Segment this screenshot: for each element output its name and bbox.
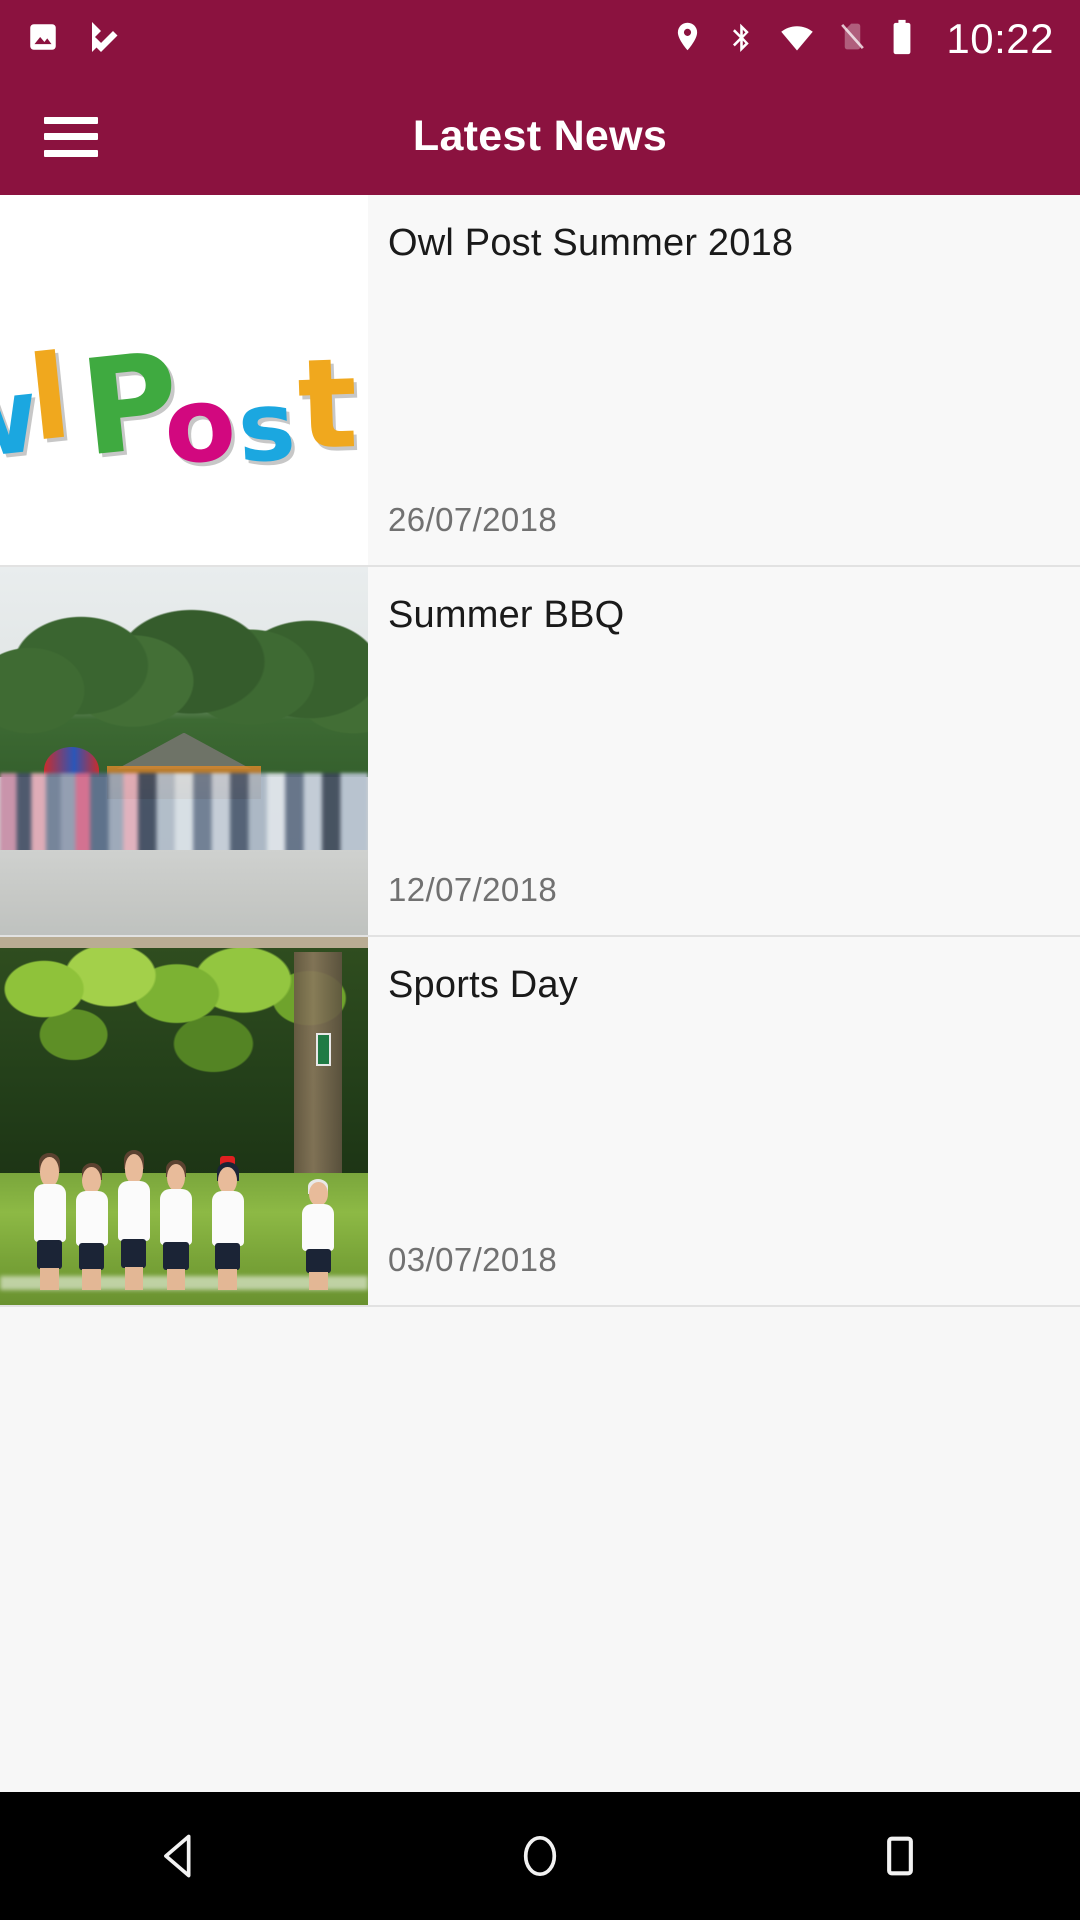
news-thumbnail-sports-day [0, 937, 368, 1305]
child-legs [82, 1269, 101, 1291]
news-item-body: Owl Post Summer 2018 26/07/2018 [368, 195, 1080, 565]
hamburger-line [44, 149, 98, 157]
photo-green-sign [316, 1032, 332, 1066]
bluetooth-icon [726, 21, 757, 57]
status-bar-right-icons: 10:22 [671, 15, 1054, 63]
child-shirt [211, 1191, 244, 1246]
news-list-item[interactable]: Sports Day 03/07/2018 [0, 937, 1080, 1307]
child-shirt [159, 1188, 192, 1245]
photo-children-group [22, 1136, 346, 1291]
news-list[interactable]: wlPost Owl Post Summer 2018 26/07/2018 S… [0, 195, 1080, 1792]
child-legs [166, 1268, 186, 1291]
child-head [309, 1182, 328, 1206]
app-bar: Latest News [0, 78, 1080, 195]
location-pin-icon [671, 20, 704, 58]
child-shorts [305, 1249, 331, 1273]
news-item-title: Sports Day [388, 964, 578, 1006]
news-item-date: 26/07/2018 [388, 501, 558, 538]
news-item-title: Owl Post Summer 2018 [388, 222, 794, 264]
child-shirt [302, 1203, 335, 1252]
news-item-date: 03/07/2018 [388, 1241, 558, 1278]
child-head [82, 1166, 101, 1194]
photo-child [207, 1155, 249, 1291]
child-head [166, 1163, 186, 1192]
news-item-date: 12/07/2018 [388, 871, 558, 908]
child-shorts [163, 1242, 189, 1270]
child-head [218, 1166, 237, 1194]
child-shorts [121, 1238, 147, 1269]
owl-post-logo-image: wlPost [0, 195, 368, 565]
wifi-icon [779, 19, 815, 60]
child-head [124, 1154, 144, 1185]
photo-playground [0, 850, 368, 935]
child-legs [124, 1267, 144, 1291]
news-item-body: Summer BBQ 12/07/2018 [368, 567, 1080, 935]
owl-post-letter: t [295, 332, 360, 478]
app-screen: 10:22 Latest News wlPost Owl Post Summer… [0, 0, 1080, 1920]
summer-bbq-photo [0, 567, 368, 935]
photo-child [297, 1178, 339, 1291]
news-item-body: Sports Day 03/07/2018 [368, 937, 1080, 1305]
photo-child [113, 1150, 155, 1291]
news-list-item[interactable]: Summer BBQ 12/07/2018 [0, 567, 1080, 937]
status-bar: 10:22 [0, 0, 1080, 78]
photo-child [155, 1159, 197, 1291]
android-navigation-bar [0, 1792, 1080, 1920]
child-legs [218, 1269, 237, 1291]
child-head [40, 1157, 59, 1187]
child-shorts [36, 1239, 63, 1269]
sports-day-photo [0, 937, 368, 1305]
home-button[interactable] [465, 1792, 615, 1920]
task-check-icon [86, 19, 122, 60]
news-list-empty-space [0, 1307, 1080, 1792]
child-shorts [215, 1243, 241, 1271]
image-icon [26, 20, 60, 59]
no-sim-icon [837, 21, 868, 57]
page-title: Latest News [412, 112, 668, 160]
child-shorts [79, 1243, 105, 1271]
news-list-item[interactable]: wlPost Owl Post Summer 2018 26/07/2018 [0, 195, 1080, 567]
news-thumbnail-owl-post: wlPost [0, 195, 368, 565]
child-shirt [33, 1183, 66, 1243]
photo-child [71, 1162, 113, 1291]
child-legs [309, 1271, 328, 1291]
battery-full-icon [890, 19, 914, 60]
child-shirt [75, 1191, 108, 1246]
status-bar-clock: 10:22 [946, 15, 1054, 62]
news-thumbnail-summer-bbq [0, 567, 368, 935]
photo-child [29, 1153, 71, 1291]
child-shirt [117, 1181, 150, 1242]
hamburger-menu-icon[interactable] [44, 116, 98, 157]
hamburger-line [44, 116, 98, 124]
recents-button[interactable] [825, 1792, 975, 1920]
back-button[interactable] [105, 1792, 255, 1920]
owl-post-letter: o [159, 361, 240, 489]
news-item-title: Summer BBQ [388, 594, 625, 636]
owl-post-wordmark: wlPost [0, 323, 368, 488]
hamburger-line [44, 133, 98, 140]
photo-crowd [0, 773, 368, 855]
owl-post-letter: s [235, 369, 299, 485]
status-bar-left-icons [26, 19, 122, 60]
child-legs [40, 1267, 59, 1291]
